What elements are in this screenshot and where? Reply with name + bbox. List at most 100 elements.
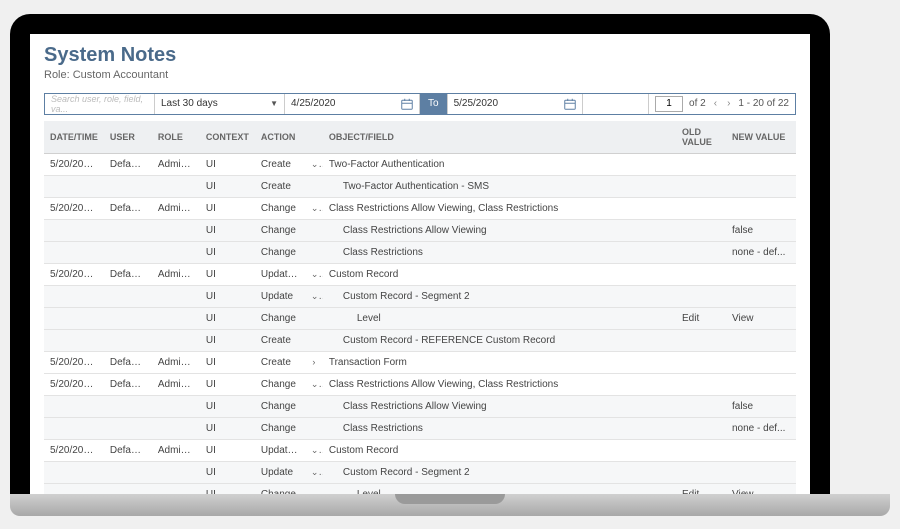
cell-role: Admini... — [152, 197, 200, 219]
expand-toggle[interactable]: ⌄ — [305, 153, 323, 175]
table-row[interactable]: UIUpdate⌄Custom Record - Segment 2 — [44, 461, 796, 483]
col-user[interactable]: USER — [104, 121, 152, 154]
col-date[interactable]: DATE/TIME — [44, 121, 104, 154]
cell-new-value — [726, 351, 796, 373]
table-row[interactable]: 5/20/2020...Default...Admini...UIChange⌄… — [44, 373, 796, 395]
cell-role: Admini... — [152, 373, 200, 395]
cell-new-value: View — [726, 307, 796, 329]
col-new-value[interactable]: NEW VALUE — [726, 121, 796, 154]
cell-new-value — [726, 329, 796, 351]
table-row[interactable]: 5/20/2020...Default...Admini...UICreate⌄… — [44, 153, 796, 175]
cell-action: Change — [255, 307, 305, 329]
cell-new-value — [726, 373, 796, 395]
cell-old-value — [676, 461, 726, 483]
to-label: To — [420, 94, 448, 114]
cell-new-value — [726, 175, 796, 197]
cell-user: Default... — [104, 439, 152, 461]
date-from-input[interactable]: 4/25/2020 — [285, 94, 420, 114]
cell-object: Custom Record - REFERENCE Custom Record — [323, 329, 676, 351]
table-row[interactable]: UICreateCustom Record - REFERENCE Custom… — [44, 329, 796, 351]
table-row[interactable]: 5/20/2020...Default...Admini...UIUpdate.… — [44, 439, 796, 461]
cell-new-value: false — [726, 219, 796, 241]
cell-old-value — [676, 175, 726, 197]
table-row[interactable]: UIChangeLevelEditView — [44, 307, 796, 329]
page-of-label: of 2 — [689, 98, 706, 109]
search-input[interactable]: Search user, role, field, va... — [45, 94, 155, 114]
cell-action: Create — [255, 175, 305, 197]
cell-object: Custom Record - Segment 2 — [323, 461, 676, 483]
col-object[interactable]: OBJECT/FIELD — [323, 121, 676, 154]
table-row[interactable]: UIUpdate⌄Custom Record - Segment 2 — [44, 285, 796, 307]
col-action[interactable]: ACTION — [255, 121, 305, 154]
prev-page-button[interactable]: ‹ — [712, 98, 719, 109]
cell-action: Create — [255, 153, 305, 175]
expand-toggle[interactable]: ⌄ — [305, 461, 323, 483]
cell-role: Admini... — [152, 153, 200, 175]
expand-toggle[interactable]: ⌄ — [305, 439, 323, 461]
date-to-input[interactable]: 5/25/2020 — [448, 94, 583, 114]
table-row[interactable]: 5/20/2020...Default...Admini...UICreate›… — [44, 351, 796, 373]
cell-context: UI — [200, 263, 255, 285]
cell-action: Create — [255, 329, 305, 351]
cell-old-value — [676, 197, 726, 219]
cell-user — [104, 307, 152, 329]
cell-user — [104, 175, 152, 197]
cell-user — [104, 483, 152, 494]
expand-toggle[interactable]: ⌄ — [305, 373, 323, 395]
cell-old-value — [676, 241, 726, 263]
table-row[interactable]: UIChangeClass Restrictions Allow Viewing… — [44, 219, 796, 241]
cell-role — [152, 219, 200, 241]
table-row[interactable]: UIChangeLevelEditView — [44, 483, 796, 494]
cell-old-value — [676, 285, 726, 307]
col-old-value[interactable]: OLD VALUE — [676, 121, 726, 154]
cell-user: Default... — [104, 351, 152, 373]
cell-action: Change — [255, 395, 305, 417]
next-page-button[interactable]: › — [725, 98, 732, 109]
expand-toggle — [305, 307, 323, 329]
page-number-input[interactable] — [655, 96, 683, 112]
cell-action: Change — [255, 219, 305, 241]
cell-context: UI — [200, 483, 255, 494]
notes-table: DATE/TIME USER ROLE CONTEXT ACTION OBJEC… — [44, 121, 796, 494]
table-row[interactable]: UICreateTwo-Factor Authentication - SMS — [44, 175, 796, 197]
table-row[interactable]: UIChangeClass Restrictionsnone - def... — [44, 417, 796, 439]
date-to-value: 5/25/2020 — [454, 98, 499, 109]
chevron-down-icon: ⌄ — [311, 269, 319, 280]
cell-old-value — [676, 351, 726, 373]
date-range-label: Last 30 days — [161, 98, 218, 109]
cell-date — [44, 461, 104, 483]
chevron-down-icon: ⌄ — [311, 203, 319, 214]
date-range-select[interactable]: Last 30 days ▼ — [155, 94, 285, 114]
cell-date: 5/20/2020... — [44, 153, 104, 175]
cell-role — [152, 417, 200, 439]
cell-new-value — [726, 197, 796, 219]
table-row[interactable]: UIChangeClass Restrictions Allow Viewing… — [44, 395, 796, 417]
expand-toggle[interactable]: ⌄ — [305, 285, 323, 307]
table-row[interactable]: UIChangeClass Restrictionsnone - def... — [44, 241, 796, 263]
cell-date — [44, 417, 104, 439]
cell-context: UI — [200, 241, 255, 263]
chevron-down-icon: ▼ — [270, 99, 278, 108]
col-context[interactable]: CONTEXT — [200, 121, 255, 154]
col-role[interactable]: ROLE — [152, 121, 200, 154]
cell-user: Default... — [104, 197, 152, 219]
cell-old-value — [676, 395, 726, 417]
cell-old-value — [676, 219, 726, 241]
cell-date — [44, 285, 104, 307]
cell-new-value — [726, 461, 796, 483]
cell-object: Class Restrictions Allow Viewing, Class … — [323, 197, 676, 219]
expand-toggle — [305, 483, 323, 494]
cell-new-value: View — [726, 483, 796, 494]
cell-object: Custom Record — [323, 263, 676, 285]
table-row[interactable]: 5/20/2020...Default...Admini...UIUpdate.… — [44, 263, 796, 285]
expand-toggle — [305, 329, 323, 351]
cell-user: Default... — [104, 373, 152, 395]
expand-toggle[interactable]: ⌄ — [305, 263, 323, 285]
expand-toggle[interactable]: › — [305, 351, 323, 373]
expand-toggle[interactable]: ⌄ — [305, 197, 323, 219]
cell-object: Two-Factor Authentication - SMS — [323, 175, 676, 197]
expand-toggle — [305, 175, 323, 197]
cell-new-value: false — [726, 395, 796, 417]
cell-user — [104, 285, 152, 307]
table-row[interactable]: 5/20/2020...Default...Admini...UIChange⌄… — [44, 197, 796, 219]
